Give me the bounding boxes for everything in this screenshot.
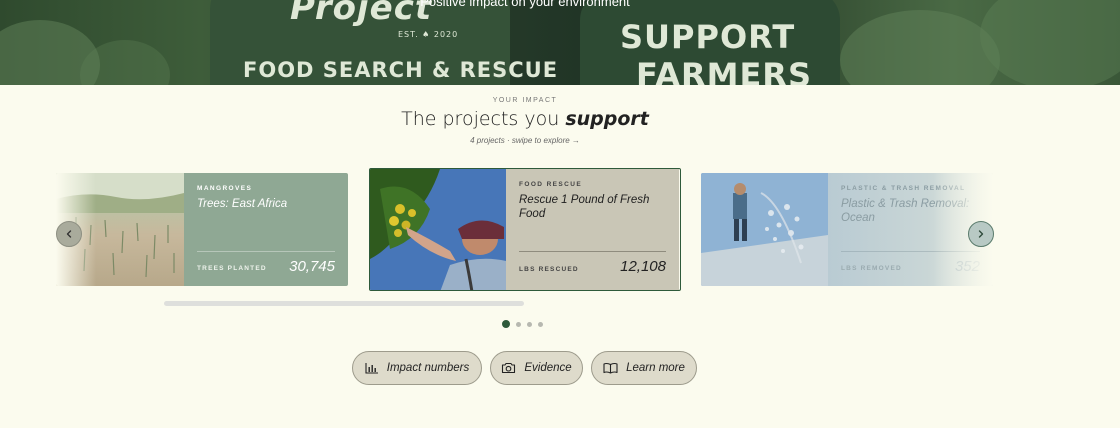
evidence-button[interactable]: Evidence xyxy=(490,351,583,385)
impact-numbers-label: Impact numbers xyxy=(386,362,470,374)
project-name: Rescue 1 Pound of Fresh Food xyxy=(519,194,650,220)
section-title: The projects you support xyxy=(0,108,1050,130)
metric-label: TREES PLANTED xyxy=(197,265,267,272)
pagination-dot-4[interactable] xyxy=(538,321,543,327)
carousel-prev-button[interactable] xyxy=(56,221,82,247)
foliage-decoration xyxy=(840,10,1000,85)
hero-banner: Project EST. ♠ 2020 FOOD SEARCH & RESCUE… xyxy=(0,0,1120,85)
camera-icon xyxy=(502,362,516,374)
project-card-food-rescue[interactable]: FOOD RESCUE Rescue 1 Pound of Fresh Food… xyxy=(369,168,681,291)
impact-numbers-button[interactable]: Impact numbers xyxy=(352,351,482,385)
divider xyxy=(197,251,335,252)
section-title-emphasis: support xyxy=(565,108,649,130)
shirt-print: FOOD SEARCH & RESCUE xyxy=(243,58,559,82)
trash-collection-image xyxy=(701,173,828,286)
shirt-print: EST. ♠ 2020 xyxy=(398,30,459,39)
shirt-print: FARMERS xyxy=(636,56,812,85)
section-subtitle: 4 projects · swipe to explore → xyxy=(470,136,580,145)
shirt-print: SUPPORT xyxy=(620,18,796,56)
project-card-plastic-removal[interactable]: PLASTIC & TRASH REMOVAL Plastic & Trash … xyxy=(701,173,993,286)
project-photo-food-rescue xyxy=(370,169,506,290)
carousel-next-button[interactable] xyxy=(968,221,994,247)
project-category: MANGROVES xyxy=(197,185,253,192)
learn-more-button[interactable]: Learn more xyxy=(591,351,697,385)
project-card-mangroves[interactable]: MANGROVES Trees: East Africa TREES PLANT… xyxy=(56,173,348,286)
book-open-icon xyxy=(603,362,618,374)
pagination-dot-2[interactable] xyxy=(516,321,521,327)
project-info-food-rescue: FOOD RESCUE Rescue 1 Pound of Fresh Food… xyxy=(506,169,679,290)
metric-value: 12,108 xyxy=(620,258,666,275)
evidence-label: Evidence xyxy=(524,362,572,374)
section-title-plain: The projects you xyxy=(401,108,566,130)
pagination-dot-1[interactable] xyxy=(502,320,510,328)
section-eyebrow: YOUR IMPACT xyxy=(492,97,558,104)
project-info-mangroves: MANGROVES Trees: East Africa TREES PLANT… xyxy=(184,173,348,286)
chevron-left-icon xyxy=(66,230,72,238)
orange-picking-image xyxy=(370,169,506,290)
metric-value: 30,745 xyxy=(289,258,335,275)
project-name: Trees: East Africa xyxy=(197,198,288,210)
hero-tagline: Positive impact on your environment xyxy=(420,0,630,9)
divider xyxy=(519,251,666,252)
project-category: FOOD RESCUE xyxy=(519,181,583,188)
learn-more-label: Learn more xyxy=(626,362,685,374)
pagination-dot-3[interactable] xyxy=(527,321,532,327)
metric-label: LBS REMOVED xyxy=(841,265,902,272)
project-photo-plastic-removal xyxy=(701,173,828,286)
chevron-right-icon xyxy=(978,230,984,238)
foliage-decoration xyxy=(980,0,1120,85)
metric-label: LBS RESCUED xyxy=(519,266,579,273)
carousel-scrollbar[interactable] xyxy=(164,301,524,306)
carousel-pagination xyxy=(502,320,543,328)
bar-chart-icon xyxy=(365,363,378,374)
